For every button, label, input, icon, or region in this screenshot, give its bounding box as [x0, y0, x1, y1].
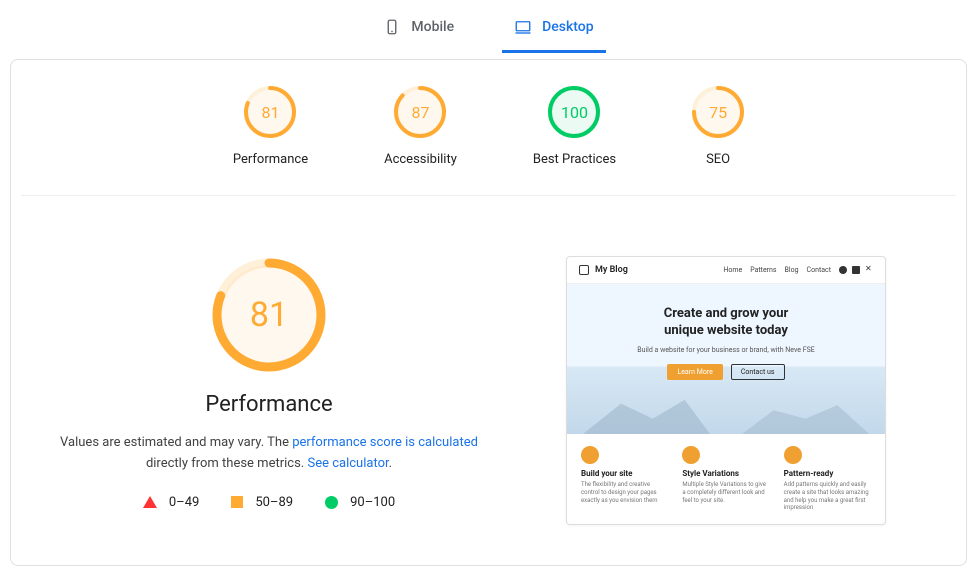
gauge-value: 87: [394, 86, 446, 138]
feature-desc: The flexibility and creative control to …: [581, 481, 668, 504]
tab-label: Mobile: [411, 19, 454, 35]
preview-cta-row: Learn More Contact us: [567, 364, 885, 380]
preview-feature: Style Variations Multiple Style Variation…: [682, 446, 769, 512]
detail-section: 81 Performance Values are estimated and …: [21, 196, 956, 525]
preview-header: My Blog Home Patterns Blog Contact: [567, 257, 885, 284]
score-gauges: 81 Performance 87 Accessibility 100 Best…: [21, 84, 956, 196]
performance-detail: 81 Performance Values are estimated and …: [49, 256, 489, 510]
performance-score-value: 81: [210, 256, 328, 374]
gauge-seo[interactable]: 75 SEO: [692, 86, 744, 167]
performance-gauge-large: 81: [210, 256, 328, 374]
gauge-value: 81: [244, 86, 296, 138]
preview-brand: My Blog: [579, 265, 628, 275]
legend-avg: 50–89: [231, 495, 293, 510]
preview-nav: Home Patterns Blog Contact: [723, 266, 873, 274]
preview-features: Build your site The flexibility and creat…: [567, 434, 885, 524]
tab-label: Desktop: [542, 19, 593, 35]
device-tabs: Mobile Desktop: [0, 0, 977, 53]
performance-title: Performance: [205, 392, 332, 417]
gauge-value: 100: [548, 86, 600, 138]
feature-desc: Add patterns quickly and easily create a…: [784, 481, 871, 512]
preview-feature: Pattern-ready Add patterns quickly and ea…: [784, 446, 871, 512]
gauge-best-practices[interactable]: 100 Best Practices: [533, 86, 616, 167]
preview-primary-button: Learn More: [667, 364, 722, 380]
gauge-performance[interactable]: 81 Performance: [233, 86, 308, 167]
square-icon: [231, 496, 243, 508]
preview-hero-title: Create and grow yourunique website today: [567, 306, 885, 340]
preview-secondary-button: Contact us: [731, 364, 785, 380]
preview-logo-icon: [579, 265, 589, 275]
feature-desc: Multiple Style Variations to give a comp…: [682, 481, 769, 504]
tab-mobile[interactable]: Mobile: [371, 10, 466, 53]
report-card: 81 Performance 87 Accessibility 100 Best…: [10, 59, 967, 566]
gauge-accessibility[interactable]: 87 Accessibility: [384, 86, 457, 167]
desktop-icon: [514, 18, 532, 36]
score-legend: 0–49 50–89 90–100: [143, 495, 395, 510]
mobile-icon: [383, 18, 401, 36]
feature-icon: [581, 446, 599, 464]
instagram-icon: [852, 266, 860, 274]
preview-feature: Build your site The flexibility and creat…: [581, 446, 668, 512]
gauge-value: 75: [692, 86, 744, 138]
gauge-label: SEO: [706, 152, 730, 167]
gauge-ring: 87: [394, 86, 446, 138]
gauge-label: Best Practices: [533, 152, 616, 167]
gauge-ring: 100: [548, 86, 600, 138]
gauge-ring: 75: [692, 86, 744, 138]
x-icon: [865, 266, 873, 274]
circle-icon: [325, 496, 338, 509]
preview-mountains-illustration: [567, 384, 885, 434]
feature-title: Build your site: [581, 469, 668, 478]
preview-hero-subtitle: Build a website for your business or bra…: [567, 346, 885, 354]
gauge-label: Performance: [233, 152, 308, 167]
legend-good: 90–100: [325, 495, 395, 510]
score-calc-link[interactable]: performance score is calculated: [292, 435, 478, 450]
performance-description: Values are estimated and may vary. The p…: [59, 433, 479, 475]
preview-social-icons: [839, 266, 873, 274]
feature-title: Style Variations: [682, 469, 769, 478]
site-screenshot-preview: My Blog Home Patterns Blog Contact Creat…: [566, 256, 886, 525]
feature-title: Pattern-ready: [784, 469, 871, 478]
triangle-icon: [143, 496, 157, 508]
tab-desktop[interactable]: Desktop: [502, 10, 605, 53]
facebook-icon: [839, 266, 847, 274]
feature-icon: [682, 446, 700, 464]
gauge-label: Accessibility: [384, 152, 457, 167]
legend-bad: 0–49: [143, 495, 199, 510]
preview-hero: Create and grow yourunique website today…: [567, 284, 885, 434]
see-calculator-link[interactable]: See calculator: [307, 456, 388, 471]
gauge-ring: 81: [244, 86, 296, 138]
feature-icon: [784, 446, 802, 464]
